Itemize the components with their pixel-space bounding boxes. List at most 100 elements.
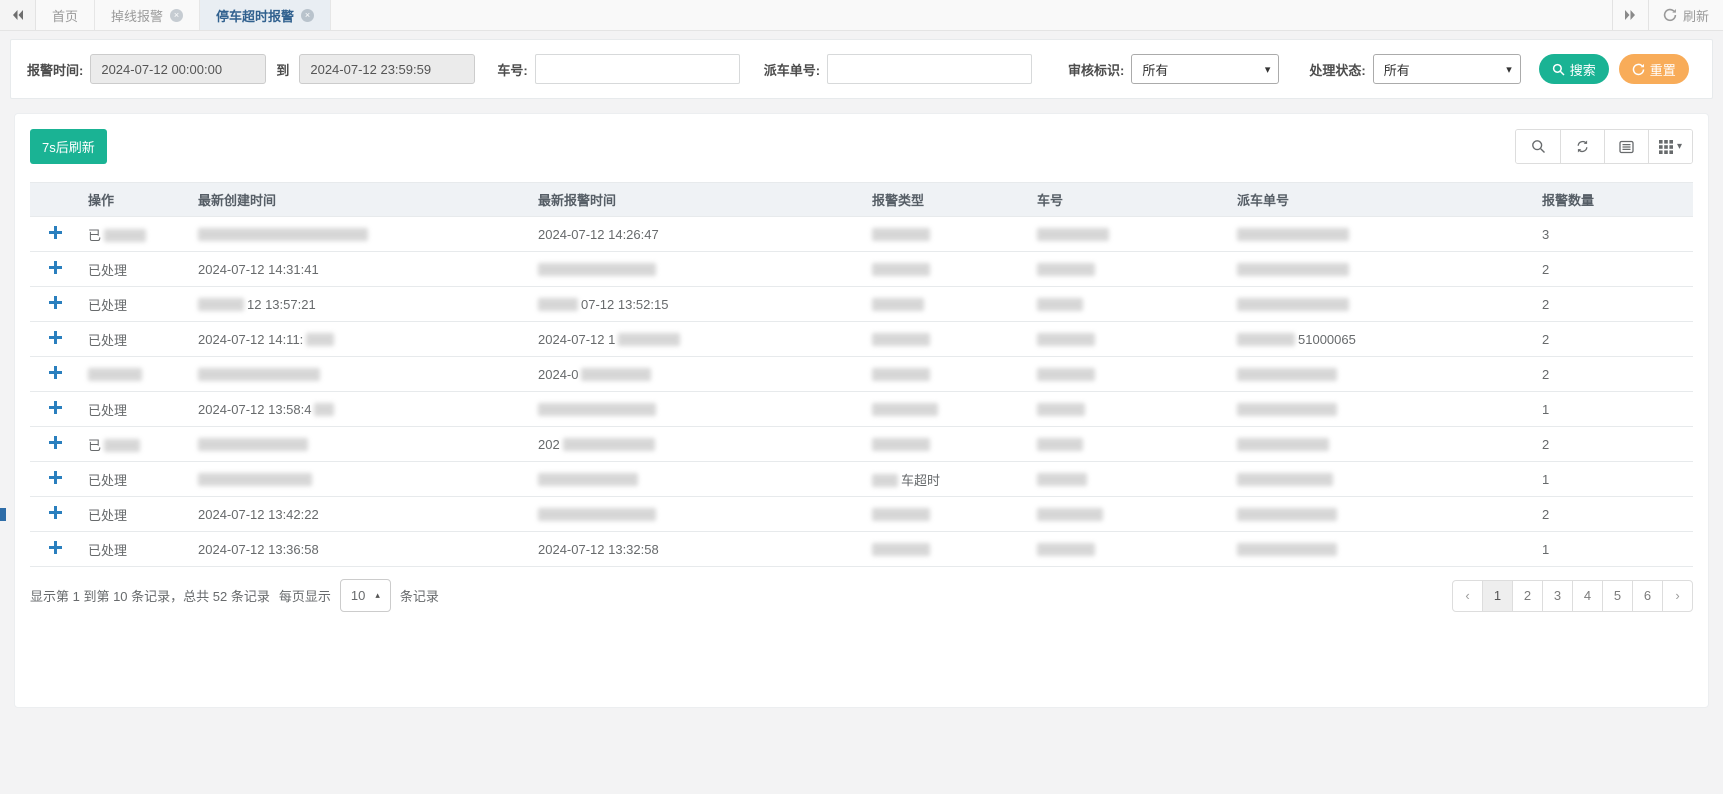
table-detail-view-button[interactable]	[1604, 130, 1648, 163]
column-header-1[interactable]: 最新创建时间	[190, 183, 530, 217]
expand-cell	[30, 287, 80, 322]
redacted-text	[1237, 298, 1349, 311]
expand-row-button[interactable]	[49, 506, 62, 519]
pagination-summary-area: 显示第 1 到第 10 条记录，总共 52 条记录 每页显示 10 ▴ 条记录	[30, 579, 439, 612]
table-columns-button[interactable]: ▾	[1648, 130, 1692, 163]
alarm-count-cell: 1	[1534, 532, 1693, 567]
alarm-count-cell: 2	[1534, 287, 1693, 322]
dispatch-order-cell	[1229, 427, 1534, 462]
expand-row-button[interactable]	[49, 436, 62, 449]
tab-parking-overtime-alarm[interactable]: 停车超时报警 ×	[200, 0, 331, 30]
dispatch-order-input[interactable]	[827, 54, 1032, 84]
redacted-text	[538, 298, 578, 311]
previous-page-button[interactable]: ‹	[1452, 580, 1483, 612]
tab-offline-alarm[interactable]: 掉线报警 ×	[95, 0, 200, 30]
refresh-icon	[1575, 139, 1590, 154]
table-footer: 显示第 1 到第 10 条记录，总共 52 条记录 每页显示 10 ▴ 条记录 …	[30, 579, 1693, 612]
redacted-text	[538, 403, 656, 416]
reset-button[interactable]: 重置	[1619, 54, 1689, 84]
process-status-select[interactable]: 所有 ▾	[1373, 54, 1521, 84]
cell-text: 已	[88, 228, 101, 243]
page-button-6[interactable]: 6	[1632, 580, 1663, 612]
created-time-cell	[190, 357, 530, 392]
page-button-2[interactable]: 2	[1512, 580, 1543, 612]
page-button-5[interactable]: 5	[1602, 580, 1633, 612]
redacted-text	[538, 473, 638, 486]
alarm-count-cell: 2	[1534, 322, 1693, 357]
column-header-3[interactable]: 报警类型	[864, 183, 1029, 217]
column-header-0[interactable]: 操作	[80, 183, 190, 217]
created-time-cell: 2024-07-12 14:11:	[190, 322, 530, 357]
redacted-text	[872, 228, 930, 241]
column-header-4[interactable]: 车号	[1029, 183, 1229, 217]
plus-icon	[49, 401, 62, 414]
search-button-label: 搜索	[1570, 60, 1596, 79]
vehicle-cell	[1029, 287, 1229, 322]
vehicle-cell	[1029, 322, 1229, 357]
expand-row-button[interactable]	[49, 261, 62, 274]
created-time-cell: 2024-07-12 14:31:41	[190, 252, 530, 287]
vehicle-cell	[1029, 462, 1229, 497]
plus-icon	[49, 331, 62, 344]
page-button-4[interactable]: 4	[1572, 580, 1603, 612]
dispatch-order-cell	[1229, 357, 1534, 392]
redacted-text	[872, 333, 930, 346]
column-header-5[interactable]: 派车单号	[1229, 183, 1534, 217]
page-button-3[interactable]: 3	[1542, 580, 1573, 612]
expand-row-button[interactable]	[49, 541, 62, 554]
auto-refresh-countdown-button[interactable]: 7s后刷新	[30, 129, 107, 164]
tabs-scroll-right-button[interactable]	[1612, 0, 1648, 30]
tab-close-icon[interactable]: ×	[301, 9, 314, 22]
refresh-icon	[1663, 8, 1677, 22]
table-search-toggle-button[interactable]	[1516, 130, 1560, 163]
expand-row-button[interactable]	[49, 331, 62, 344]
next-page-button[interactable]: ›	[1662, 580, 1693, 612]
audit-flag-select[interactable]: 所有 ▾	[1131, 54, 1279, 84]
redacted-text	[1237, 543, 1337, 556]
grid-columns-icon	[1659, 140, 1673, 154]
tab-home[interactable]: 首页	[36, 0, 95, 30]
refresh-tab-button[interactable]: 刷新	[1648, 0, 1723, 30]
column-header-6[interactable]: 报警数量	[1534, 183, 1693, 217]
expand-row-button[interactable]	[49, 296, 62, 309]
alarm-time-from-input[interactable]	[90, 54, 266, 84]
created-time-cell: 2024-07-12 13:36:58	[190, 532, 530, 567]
vehicle-number-input[interactable]	[535, 54, 740, 84]
plus-icon	[49, 436, 62, 449]
alarm-time-to-input[interactable]	[299, 54, 475, 84]
redacted-text	[872, 474, 898, 487]
alarm-type-cell: 车超时	[864, 462, 1029, 497]
filter-panel: 报警时间: 到 车号: 派车单号: 审核标识: 所有 ▾ 处理状态: 所有 ▾ …	[10, 39, 1713, 99]
search-button[interactable]: 搜索	[1539, 54, 1609, 84]
created-time-cell: 2024-07-12 13:58:4	[190, 392, 530, 427]
page-button-1[interactable]: 1	[1482, 580, 1513, 612]
pagination: ‹123456›	[1452, 580, 1693, 612]
alarm-time-label: 报警时间:	[27, 60, 83, 79]
expand-cell	[30, 322, 80, 357]
expand-row-button[interactable]	[49, 401, 62, 414]
select-caret-icon: ▾	[1506, 63, 1512, 76]
column-header-2[interactable]: 最新报警时间	[530, 183, 864, 217]
redacted-text	[1237, 403, 1337, 416]
expand-row-button[interactable]	[49, 471, 62, 484]
created-time-cell: 12 13:57:21	[190, 287, 530, 322]
table-row: 已处理车超时1	[30, 462, 1693, 497]
refresh-label: 刷新	[1683, 6, 1709, 25]
redacted-text	[1237, 333, 1295, 346]
process-status-label: 处理状态:	[1309, 60, 1365, 79]
table-tools-group: ▾	[1515, 129, 1693, 164]
sidebar-edge-accent	[0, 508, 6, 521]
redacted-text	[872, 543, 930, 556]
tabbar-spacer	[331, 0, 1612, 30]
cell-text: 已处理	[88, 508, 127, 523]
tab-close-icon[interactable]: ×	[170, 9, 183, 22]
table-refresh-button[interactable]	[1560, 130, 1604, 163]
expand-row-button[interactable]	[49, 226, 62, 239]
expand-row-button[interactable]	[49, 366, 62, 379]
page-size-select[interactable]: 10 ▴	[340, 579, 391, 612]
alarm-time-cell: 2024-07-12 1	[530, 322, 864, 357]
redacted-text	[1037, 263, 1095, 276]
redacted-text	[618, 333, 680, 346]
tabs-scroll-left-button[interactable]	[0, 0, 36, 30]
expand-cell	[30, 392, 80, 427]
